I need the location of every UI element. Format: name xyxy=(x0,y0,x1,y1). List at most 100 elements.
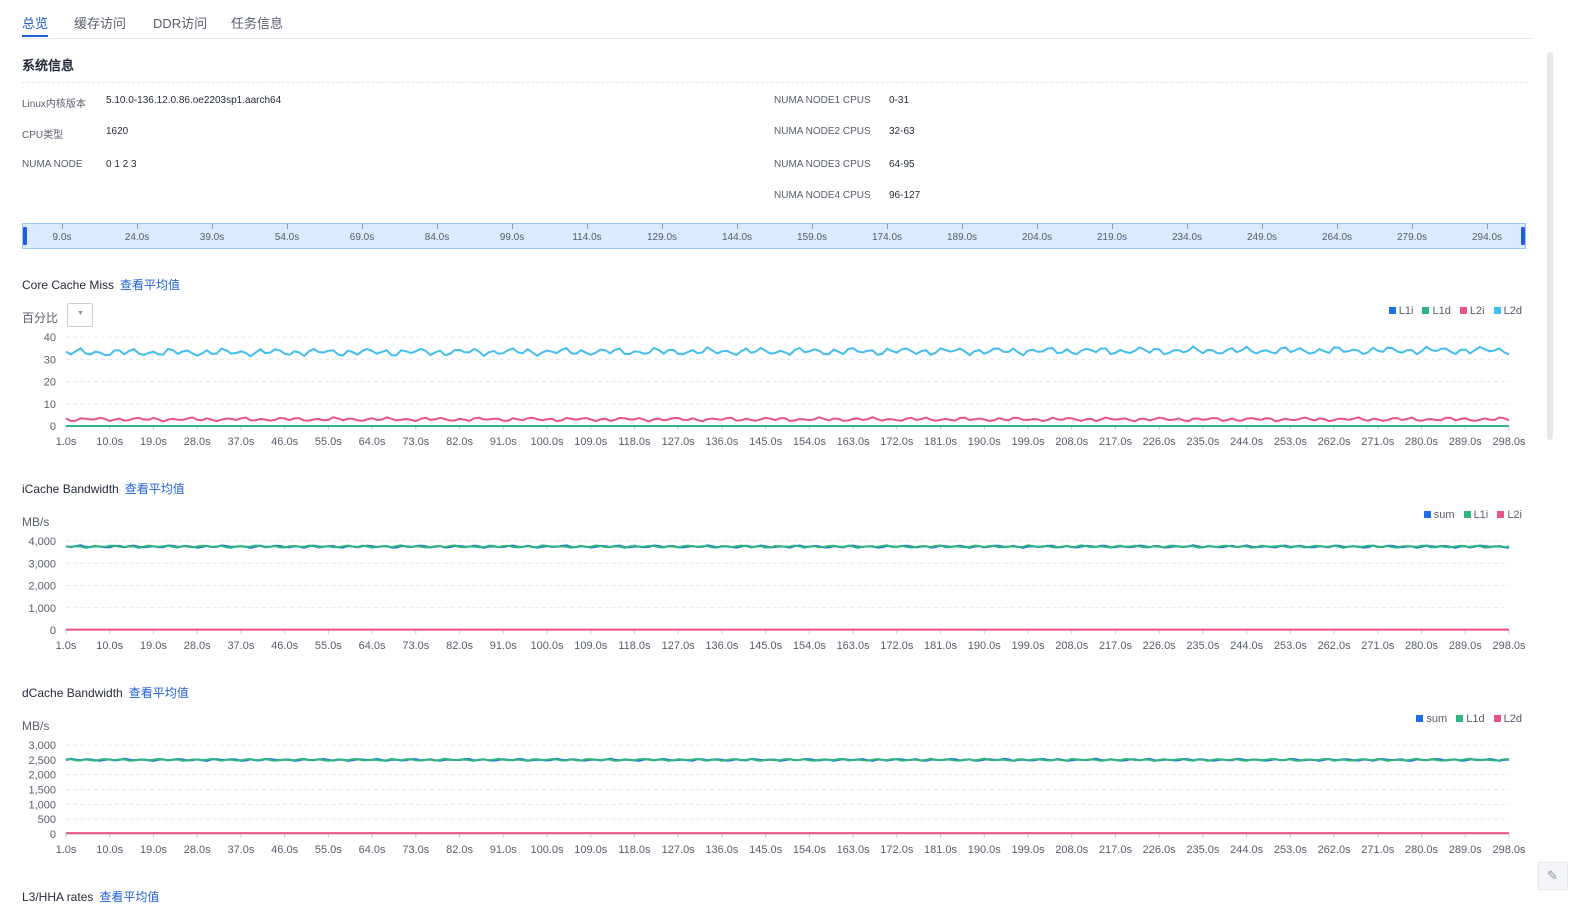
legend-item-l2d[interactable]: L2d xyxy=(1493,713,1522,725)
timeline-end-handle[interactable] xyxy=(1521,227,1525,245)
legend-item-sum[interactable]: sum xyxy=(1416,713,1447,725)
y-tick-label: 2,000 xyxy=(28,581,56,593)
timeline-tick-label: 294.0s xyxy=(1471,232,1503,243)
x-tick-label: 208.0s xyxy=(1055,436,1089,448)
timeline-tick-label: 189.0s xyxy=(946,232,978,243)
x-tick-label: 55.0s xyxy=(315,640,342,652)
cpu-type-value: 1620 xyxy=(106,126,129,137)
legend-item-l1d[interactable]: L1d xyxy=(1422,305,1451,317)
y-tick-label: 30 xyxy=(44,354,56,366)
x-tick-label: 136.0s xyxy=(705,844,739,856)
x-tick-label: 118.0s xyxy=(618,640,651,652)
edit-icon: ✎ xyxy=(1547,868,1558,883)
timeline-start-handle[interactable] xyxy=(23,227,27,245)
x-tick-label: 91.0s xyxy=(490,436,517,448)
x-tick-label: 10.0s xyxy=(96,844,123,856)
timeline-tick xyxy=(362,224,363,229)
tab-ddr-access[interactable]: DDR访问 xyxy=(153,13,207,32)
x-tick-label: 163.0s xyxy=(837,640,871,652)
timeline-tick xyxy=(287,224,288,229)
x-tick-label: 145.0s xyxy=(749,844,783,856)
timeline-tick-label: 264.0s xyxy=(1321,232,1353,243)
timeline-tick xyxy=(887,224,888,229)
timeline-range-slider[interactable]: 9.0s 24.0s 39.0s 54.0s 69.0s 84.0s 99.0s 114.0s… xyxy=(22,223,1526,249)
x-tick-label: 235.0s xyxy=(1186,436,1220,448)
x-tick-label: 235.0s xyxy=(1186,844,1220,856)
view-average-link[interactable]: 查看平均值 xyxy=(120,278,180,292)
x-tick-label: 19.0s xyxy=(140,640,167,652)
x-tick-label: 262.0s xyxy=(1318,640,1352,652)
y-tick-label: 40 xyxy=(44,332,56,344)
x-tick-label: 46.0s xyxy=(271,844,298,856)
timeline-tick xyxy=(1262,224,1263,229)
legend-item-l2i[interactable]: L2i xyxy=(1497,509,1522,521)
tab-overview[interactable]: 总览 xyxy=(22,13,48,32)
icache-bandwidth-chart[interactable]: 4,000 3,000 2,000 1,000 01.0s 10.0s 19.0s 28.0s… xyxy=(0,534,1590,654)
x-tick-label: 46.0s xyxy=(271,640,298,652)
x-tick-label: 19.0s xyxy=(140,844,167,856)
view-average-link[interactable]: 查看平均值 xyxy=(125,482,185,496)
x-tick-label: 262.0s xyxy=(1318,844,1352,856)
legend-item-l2i[interactable]: L2i xyxy=(1459,305,1485,317)
x-tick-label: 73.0s xyxy=(402,640,429,652)
x-tick-label: 271.0s xyxy=(1361,640,1395,652)
tab-task-info[interactable]: 任务信息 xyxy=(231,13,283,32)
timeline-tick-label: 129.0s xyxy=(646,232,678,243)
unit-dropdown[interactable]: ▼ xyxy=(67,303,93,327)
core-cache-miss-title: Core Cache Miss 查看平均值 xyxy=(22,276,180,293)
cpu-type-label: CPU类型 xyxy=(22,130,64,141)
view-average-link[interactable]: 查看平均值 xyxy=(99,890,159,904)
timeline-tick-label: 114.0s xyxy=(572,232,602,243)
chart-title-text: iCache Bandwidth xyxy=(22,482,119,496)
legend-item-l1d[interactable]: L1d xyxy=(1456,713,1485,725)
legend-item-l2d[interactable]: L2d xyxy=(1493,305,1522,317)
x-tick-label: 19.0s xyxy=(140,436,167,448)
x-tick-label: 217.0s xyxy=(1099,436,1133,448)
y-tick-label: 2,000 xyxy=(28,770,56,782)
x-tick-label: 235.0s xyxy=(1186,640,1220,652)
timeline-tick-label: 24.0s xyxy=(124,232,150,243)
x-tick-label: 91.0s xyxy=(490,844,517,856)
x-tick-label: 10.0s xyxy=(96,640,123,652)
core-cache-miss-chart[interactable]: 40 30 20 10 01.0s 10.0s 19.0s 28.0s 37.0s 46.0s 55… xyxy=(0,330,1590,450)
timeline-tick-label: 69.0s xyxy=(349,232,375,243)
x-tick-label: 109.0s xyxy=(574,640,608,652)
legend-item-sum[interactable]: sum xyxy=(1423,509,1455,521)
x-tick-label: 127.0s xyxy=(662,436,696,448)
timeline-tick xyxy=(1337,224,1338,229)
numa-node3-cpus-label: NUMA NODE3 CPUS xyxy=(774,159,871,170)
numa-node2-cpus-label: NUMA NODE2 CPUS xyxy=(774,126,871,137)
x-tick-label: 1.0s xyxy=(56,436,77,448)
x-tick-label: 298.0s xyxy=(1492,640,1526,652)
x-tick-label: 1.0s xyxy=(56,844,77,856)
icache-bandwidth-title: iCache Bandwidth 查看平均值 xyxy=(22,480,185,497)
y-tick-label: 1,500 xyxy=(28,785,56,797)
legend-item-l1i[interactable]: L1i xyxy=(1463,509,1488,521)
series-line-l2d xyxy=(65,345,1510,358)
legend-item-l1i[interactable]: L1i xyxy=(1388,305,1413,317)
caret-down-icon: ▼ xyxy=(77,310,84,317)
x-tick-label: 217.0s xyxy=(1099,844,1133,856)
x-tick-label: 82.0s xyxy=(446,844,473,856)
timeline-tick-label: 99.0s xyxy=(499,232,525,243)
timeline-tick-label: 39.0s xyxy=(199,232,225,243)
y-tick-label: 500 xyxy=(38,814,56,826)
series-line-l2i xyxy=(65,416,1510,423)
timeline-tick xyxy=(1487,224,1488,229)
dcache-bandwidth-title: dCache Bandwidth 查看平均值 xyxy=(22,684,189,701)
timeline-tick xyxy=(1412,224,1413,229)
x-tick-label: 181.0s xyxy=(924,844,958,856)
x-tick-label: 37.0s xyxy=(227,436,254,448)
x-tick-label: 289.0s xyxy=(1449,436,1483,448)
edit-button[interactable]: ✎ xyxy=(1538,862,1568,890)
timeline-tick xyxy=(662,224,663,229)
dcache-bandwidth-chart[interactable]: 3,000 2,500 2,000 1,500 1,000 500 01.0s 10.0s 19… xyxy=(0,738,1590,858)
view-average-link[interactable]: 查看平均值 xyxy=(129,686,189,700)
tab-cache-access[interactable]: 缓存访问 xyxy=(74,13,126,32)
timeline-tick-label: 204.0s xyxy=(1021,232,1053,243)
x-tick-label: 64.0s xyxy=(359,844,386,856)
x-tick-label: 226.0s xyxy=(1143,844,1177,856)
scrollbar[interactable] xyxy=(1547,52,1553,440)
x-tick-label: 154.0s xyxy=(793,844,827,856)
x-tick-label: 298.0s xyxy=(1492,436,1526,448)
